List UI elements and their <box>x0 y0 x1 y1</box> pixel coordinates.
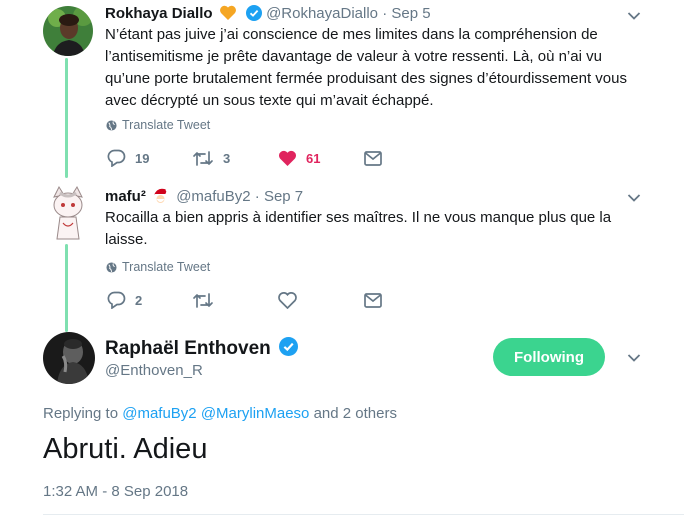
handle[interactable]: @RokhayaDiallo <box>266 5 378 22</box>
thread-line <box>65 58 68 178</box>
tweet-text: Abruti. Adieu <box>43 433 208 465</box>
like-button[interactable] <box>278 290 297 310</box>
separator: · <box>382 5 388 22</box>
like-icon <box>279 150 296 166</box>
reply-icon <box>107 149 126 167</box>
globe-icon <box>106 119 117 131</box>
separator: · <box>254 188 260 205</box>
display-name-text: Raphaël Enthoven <box>105 338 271 359</box>
tweet-date[interactable]: Sep 5 <box>391 5 430 22</box>
avatar[interactable] <box>43 332 95 384</box>
retweet-icon <box>193 292 213 308</box>
translate-tweet[interactable]: Translate Tweet <box>106 260 210 274</box>
tweet-text: N’étant pas juive j’ai conscience de mes… <box>105 26 627 109</box>
tweet-text: Rocailla a bien appris à identifier ses … <box>105 209 612 248</box>
like-count: 61 <box>306 150 321 166</box>
dm-icon <box>364 292 382 308</box>
avatar[interactable] <box>43 6 93 56</box>
handle[interactable]: @Enthoven_R <box>105 362 203 379</box>
replying-to: Replying to @mafuBy2 @MarylinMaeso and 2… <box>43 405 397 422</box>
translate-label: Translate Tweet <box>122 118 211 132</box>
like-icon <box>278 291 297 309</box>
replying-suffix[interactable]: and 2 others <box>314 405 397 422</box>
dm-button[interactable] <box>364 148 382 168</box>
divider <box>43 514 684 515</box>
reply-count: 2 <box>135 292 143 308</box>
caret-icon[interactable] <box>626 190 642 206</box>
caret-icon[interactable] <box>626 350 642 366</box>
replying-prefix: Replying to <box>43 405 119 422</box>
tweet-timestamp[interactable]: 1:32 AM - 8 Sep 2018 <box>43 483 188 500</box>
verified-icon <box>279 337 299 362</box>
reply-icon <box>107 291 126 309</box>
translate-tweet[interactable]: Translate Tweet <box>106 118 210 132</box>
like-button[interactable]: 61 <box>278 148 320 168</box>
dm-button[interactable] <box>364 290 382 310</box>
reply-count: 19 <box>135 150 150 166</box>
translate-label: Translate Tweet <box>122 260 211 274</box>
globe-icon <box>106 261 117 273</box>
display-name[interactable]: Raphaël Enthoven <box>105 337 299 362</box>
dm-icon <box>364 150 382 166</box>
reply-button[interactable]: 2 <box>107 290 142 310</box>
reply-button[interactable]: 19 <box>107 148 149 168</box>
reply-mention[interactable]: @mafuBy2 <box>122 405 196 422</box>
display-name[interactable]: mafu² <box>105 188 146 205</box>
reply-mention[interactable]: @MarylinMaeso <box>201 405 310 422</box>
handle[interactable]: @mafuBy2 <box>176 188 250 205</box>
display-name[interactable]: Rokhaya Diallo <box>105 5 213 22</box>
thread-line <box>65 244 68 332</box>
retweet-count: 3 <box>223 150 231 166</box>
caret-icon[interactable] <box>626 8 642 24</box>
retweet-button[interactable] <box>192 290 214 310</box>
following-button[interactable]: Following <box>493 338 605 376</box>
avatar[interactable] <box>43 185 93 243</box>
retweet-icon <box>193 150 213 166</box>
retweet-button[interactable]: 3 <box>192 148 230 168</box>
tweet-date[interactable]: Sep 7 <box>264 188 303 205</box>
